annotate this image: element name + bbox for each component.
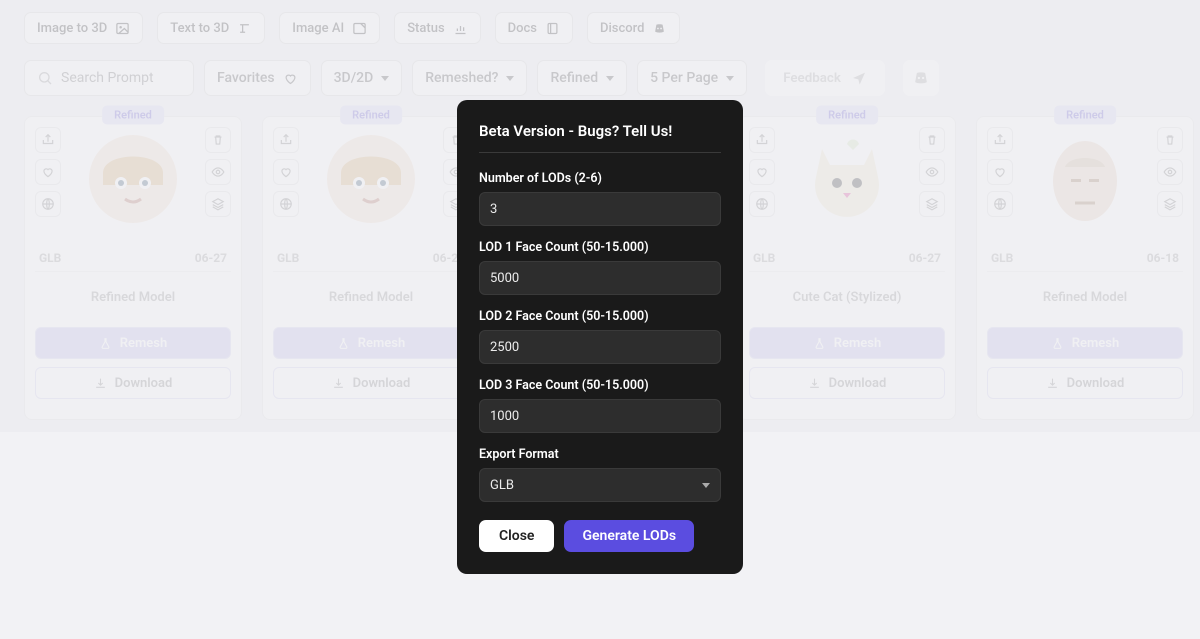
- chevron-down-icon: [702, 483, 710, 488]
- modal-overlay: Beta Version - Bugs? Tell Us! Number of …: [0, 0, 1200, 432]
- modal-divider: [479, 152, 721, 153]
- lod3-label: LOD 3 Face Count (50-15.000): [479, 378, 721, 393]
- lod2-input[interactable]: [479, 330, 721, 364]
- format-select[interactable]: GLB: [479, 468, 721, 502]
- lod-count-input[interactable]: [479, 192, 721, 226]
- lod1-label: LOD 1 Face Count (50-15.000): [479, 240, 721, 255]
- format-label: Export Format: [479, 447, 721, 462]
- close-button[interactable]: Close: [479, 520, 554, 552]
- lod2-label: LOD 2 Face Count (50-15.000): [479, 309, 721, 324]
- lod3-input[interactable]: [479, 399, 721, 433]
- format-value: GLB: [490, 478, 514, 493]
- lod-count-label: Number of LODs (2-6): [479, 171, 721, 186]
- lod-modal: Beta Version - Bugs? Tell Us! Number of …: [457, 100, 743, 574]
- generate-button[interactable]: Generate LODs: [564, 520, 694, 552]
- modal-title: Beta Version - Bugs? Tell Us!: [479, 122, 721, 140]
- lod1-input[interactable]: [479, 261, 721, 295]
